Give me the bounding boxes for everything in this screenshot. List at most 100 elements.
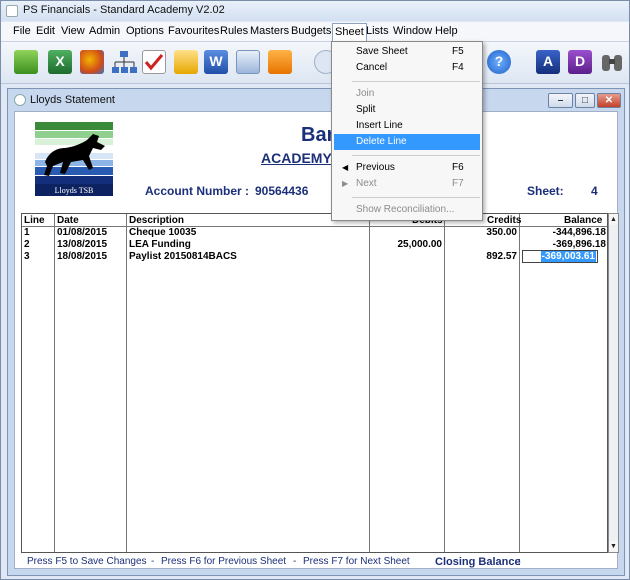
row3-date[interactable]: 18/08/2015 [57, 251, 107, 262]
a-icon-letter: A [542, 53, 554, 69]
row1-date[interactable]: 01/08/2015 [57, 227, 107, 238]
footer-separator-1: - [151, 556, 155, 567]
row3-description[interactable]: Paylist 20150814BACS [129, 251, 237, 262]
sheet-label: Sheet: [527, 184, 564, 198]
excel-letter: X [55, 53, 65, 69]
account-number-value: 90564436 [255, 184, 309, 198]
header-date: Date [57, 215, 79, 226]
menu-rules[interactable]: Rules [220, 25, 248, 37]
row2-balance[interactable]: -369,896.18 [520, 239, 606, 250]
menu-masters[interactable]: Masters [250, 25, 289, 37]
row1-balance[interactable]: -344,896.18 [520, 227, 606, 238]
minimize-icon: – [557, 95, 564, 106]
chart-icon[interactable] [77, 47, 107, 77]
title-bar: PS Financials - Standard Academy V2.02 [1, 1, 629, 21]
footer-save-hint: Press F5 to Save Changes [27, 556, 147, 567]
split-label: Split [356, 104, 376, 115]
menu-options[interactable]: Options [126, 25, 164, 37]
save-sheet-shortcut: F5 [452, 46, 464, 57]
a-icon[interactable]: A [533, 47, 563, 77]
balance-edit-field[interactable]: -369,003.61 [522, 250, 598, 263]
next-shortcut: F7 [452, 178, 464, 189]
document-title: Lloyds Statement [30, 94, 115, 106]
binoculars-graphic [602, 55, 622, 71]
insert-line-label: Insert Line [356, 120, 403, 131]
maximize-icon: □ [581, 95, 589, 106]
footer-next-hint: Press F7 for Next Sheet [303, 556, 410, 567]
row3-line[interactable]: 3 [24, 251, 30, 262]
row2-description[interactable]: LEA Funding [129, 239, 191, 250]
menu-item-join: Join [334, 86, 480, 102]
maximize-button[interactable]: □ [575, 93, 595, 108]
menu-item-delete-line[interactable]: Delete Line [334, 134, 480, 150]
menu-admin[interactable]: Admin [89, 25, 120, 37]
cancel-label: Cancel [356, 62, 388, 73]
logo-text: Lloyds TSB [55, 186, 94, 195]
user-icon[interactable] [265, 47, 295, 77]
d-icon[interactable]: D [565, 47, 595, 77]
send-icon[interactable] [233, 47, 263, 77]
app-title: PS Financials - Standard Academy V2.02 [23, 4, 225, 16]
checklist-icon[interactable] [139, 47, 169, 77]
menu-item-split[interactable]: Split [334, 102, 480, 118]
row2-line[interactable]: 2 [24, 239, 30, 250]
row1-credits[interactable]: 350.00 [445, 227, 517, 238]
header-line: Line [24, 215, 45, 226]
menu-help[interactable]: Help [435, 25, 458, 37]
row3-balance[interactable]: -369,003.61 [540, 251, 596, 262]
menu-file[interactable]: File [13, 25, 31, 37]
menu-item-save-sheet[interactable]: Save Sheet F5 [334, 44, 480, 60]
delete-line-label: Delete Line [356, 136, 407, 147]
next-arrow-icon: ▶ [342, 179, 349, 188]
show-reconciliation-label: Show Reconciliation... [356, 204, 455, 215]
row2-debits[interactable]: 25,000.00 [370, 239, 443, 250]
closing-balance-label: Closing Balance [435, 556, 521, 568]
close-button[interactable]: ✕ [597, 93, 621, 108]
menu-favourites[interactable]: Favourites [168, 25, 219, 37]
statement-table: Line Date Description Debits Credits Bal… [21, 213, 608, 553]
col-credits [445, 214, 520, 552]
menu-item-previous[interactable]: ◀ Previous F6 [334, 160, 480, 176]
menu-item-cancel[interactable]: Cancel F4 [334, 60, 480, 76]
help-icon[interactable]: ? [484, 47, 514, 77]
menu-sheet[interactable]: Sheet [332, 23, 367, 42]
previous-shortcut: F6 [452, 162, 464, 173]
toolbar: X W ? A D [1, 42, 629, 84]
document-window-icon [14, 94, 26, 106]
basket-icon[interactable] [11, 47, 41, 77]
header-credits: Credits [487, 215, 522, 226]
menu-window[interactable]: Window [393, 25, 432, 37]
menu-budgets[interactable]: Budgets [291, 25, 331, 37]
org-chart-icon[interactable] [109, 47, 139, 77]
binoculars-icon[interactable] [597, 47, 627, 77]
excel-icon[interactable]: X [45, 47, 75, 77]
row3-credits[interactable]: 892.57 [445, 251, 517, 262]
menu-view[interactable]: View [61, 25, 85, 37]
join-label: Join [356, 88, 375, 99]
status-footer: Press F5 to Save Changes - Press F6 for … [25, 556, 615, 570]
scroll-down-arrow-icon[interactable]: ▼ [609, 541, 618, 552]
minimize-button[interactable]: – [548, 93, 573, 108]
sheet-number: 4 [591, 184, 598, 198]
d-icon-letter: D [574, 53, 586, 69]
academy-heading: ACADEMY [261, 150, 332, 166]
previous-arrow-icon: ◀ [342, 163, 349, 172]
menu-item-insert-line[interactable]: Insert Line [334, 118, 480, 134]
lloyds-horse-logo: Lloyds TSB [35, 122, 113, 196]
scroll-up-arrow-icon[interactable]: ▲ [609, 214, 618, 225]
row1-description[interactable]: Cheque 10035 [129, 227, 196, 238]
app-window: PS Financials - Standard Academy V2.02 F… [0, 0, 630, 580]
header-balance: Balance [564, 215, 603, 226]
save-sheet-label: Save Sheet [356, 46, 408, 57]
next-label: Next [356, 178, 377, 189]
col-description [127, 214, 370, 552]
row1-line[interactable]: 1 [24, 227, 30, 238]
row2-date[interactable]: 13/08/2015 [57, 239, 107, 250]
menu-edit[interactable]: Edit [36, 25, 55, 37]
check-mark-graphic [144, 54, 164, 71]
word-icon[interactable]: W [201, 47, 231, 77]
vertical-scrollbar[interactable]: ▲ ▼ [608, 213, 619, 553]
menu-lists[interactable]: Lists [366, 25, 389, 37]
cancel-shortcut: F4 [452, 62, 464, 73]
mail-icon[interactable] [171, 47, 201, 77]
